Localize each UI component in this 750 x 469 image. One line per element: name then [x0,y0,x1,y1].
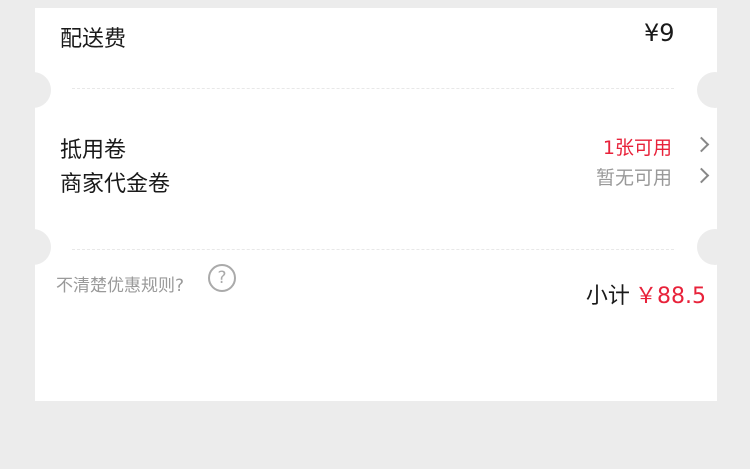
order-summary-card [35,8,717,401]
voucher-row[interactable]: 抵用卷 1张可用 [60,128,710,163]
ticket-notch-right-bottom [697,229,733,265]
merchant-voucher-row[interactable]: 商家代金卷 暂无可用 [60,162,710,197]
ticket-notch-left-bottom [15,229,51,265]
subtotal-label: 小计 [585,284,630,309]
ticket-notch-left-top [15,72,51,108]
delivery-fee-label: 配送费 [60,27,127,52]
voucher-label: 抵用卷 [60,138,127,163]
chevron-right-icon [693,136,710,153]
separator-top [72,88,674,89]
merchant-voucher-status: 暂无可用 [595,167,672,189]
question-mark-icon[interactable]: ? [208,264,236,292]
separator-bottom [72,249,674,250]
voucher-status: 1张可用 [602,137,672,159]
delivery-fee-value: ¥9 [644,19,675,47]
merchant-voucher-label: 商家代金卷 [60,172,171,197]
subtotal-value: ￥88.5 [635,284,706,309]
chevron-right-icon [693,167,710,184]
ticket-notch-right-top [697,72,733,108]
subtotal: 小计 ￥88.5 [586,278,706,310]
discount-rules-link[interactable]: 不清楚优惠规则? [56,271,184,296]
